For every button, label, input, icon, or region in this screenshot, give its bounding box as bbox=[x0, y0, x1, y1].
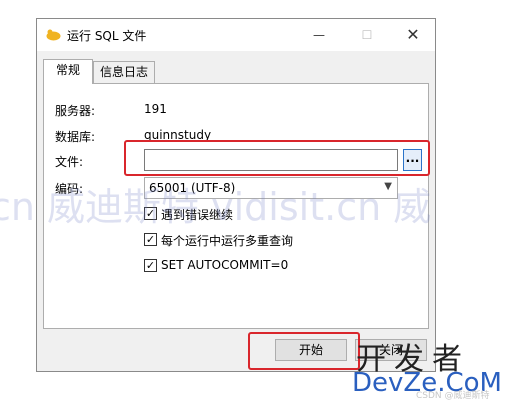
watermark-text: cn 威迪斯特 vidisit.cn 威 bbox=[0, 185, 432, 228]
checkbox-checked-icon[interactable]: ✓ bbox=[144, 259, 157, 272]
minimize-button[interactable]: — bbox=[309, 25, 329, 45]
start-highlight-box bbox=[248, 332, 360, 370]
title-bar: 运行 SQL 文件 — ☐ ✕ bbox=[37, 19, 435, 51]
file-label: 文件: bbox=[55, 155, 84, 169]
server-value: 191 bbox=[144, 102, 167, 116]
database-label: 数据库: bbox=[55, 130, 96, 144]
tab-message-log[interactable]: 信息日志 bbox=[93, 61, 155, 83]
option-label: SET AUTOCOMMIT=0 bbox=[161, 258, 289, 272]
window-title: 运行 SQL 文件 bbox=[67, 29, 147, 43]
close-window-button[interactable]: ✕ bbox=[403, 25, 423, 45]
file-highlight-box bbox=[124, 140, 430, 176]
checkbox-checked-icon[interactable]: ✓ bbox=[144, 233, 157, 246]
option-label: 每个运行中运行多重查询 bbox=[161, 234, 294, 248]
server-label: 服务器: bbox=[55, 104, 96, 118]
credit-text: CSDN @威迪斯特 bbox=[416, 391, 490, 401]
navicat-logo-icon bbox=[46, 29, 61, 41]
tab-general[interactable]: 常规 bbox=[43, 59, 93, 84]
maximize-button[interactable]: ☐ bbox=[357, 25, 377, 45]
